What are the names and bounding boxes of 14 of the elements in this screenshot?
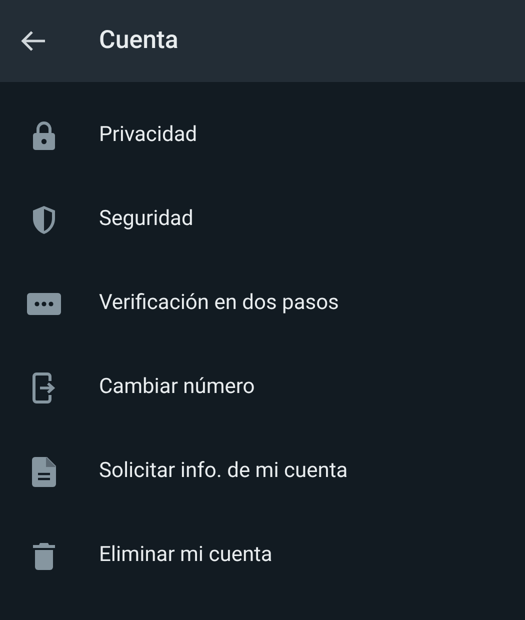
menu-item[interactable]: Cambiar número (99, 372, 255, 404)
menu-item[interactable]: Eliminar mi cuenta (99, 540, 272, 572)
phone-arrow-icon (31, 372, 57, 404)
screen-title: Cuenta (99, 25, 178, 58)
menu-item[interactable]: Verificación en dos pasos (99, 288, 339, 320)
menu-item[interactable]: Solicitar info. de mi cuenta (99, 456, 348, 488)
trash-icon (33, 542, 55, 570)
password-dots-icon (27, 293, 61, 315)
document-icon (32, 457, 56, 487)
menu-item[interactable]: Privacidad (99, 120, 198, 152)
lock-icon (31, 121, 57, 151)
menu-item[interactable]: Seguridad (99, 204, 194, 236)
back-arrow-icon (20, 29, 46, 53)
shield-icon (31, 205, 57, 235)
